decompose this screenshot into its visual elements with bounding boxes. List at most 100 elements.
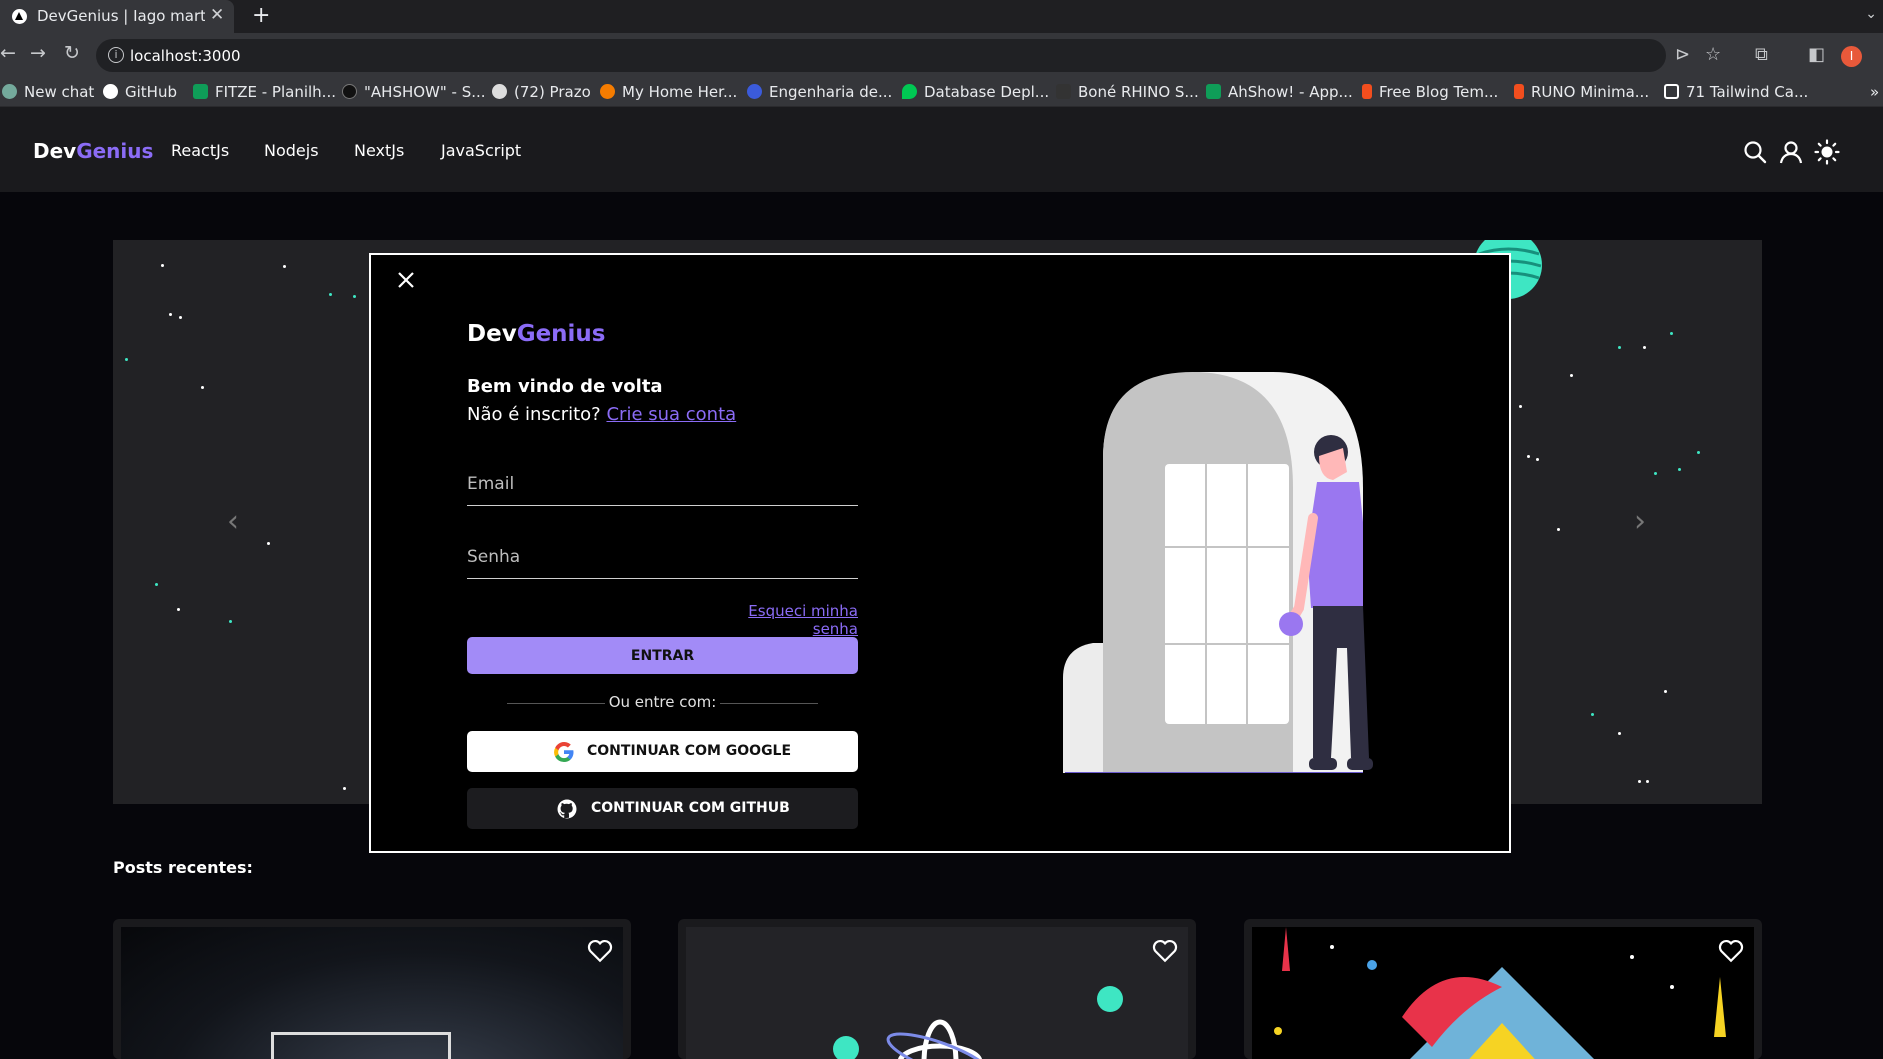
browser-tab[interactable]: DevGenius | Iago martins ✕ — [0, 0, 234, 33]
bookmark-item[interactable]: RUNO Minima... — [1514, 83, 1649, 101]
heart-icon[interactable] — [587, 939, 613, 963]
star-decoration — [1519, 405, 1522, 408]
nav-link-nodejs[interactable]: Nodejs — [264, 141, 319, 160]
send-icon[interactable]: ⊳ — [1675, 44, 1690, 65]
modal-logo: DevGenius — [467, 321, 606, 347]
nav-link-javascript[interactable]: JavaScript — [441, 141, 521, 160]
bookmark-favicon-icon — [902, 84, 917, 99]
post-card[interactable] — [678, 919, 1196, 1059]
star-decoration — [329, 293, 332, 296]
star-decoration — [1664, 690, 1667, 693]
or-enter-with-label: Ou entre com: — [608, 693, 717, 711]
star-decoration — [1618, 346, 1621, 349]
site-logo[interactable]: DevGenius — [33, 139, 153, 163]
forward-arrow-icon[interactable]: → — [30, 42, 46, 64]
bookmark-item[interactable]: Free Blog Tem... — [1362, 83, 1498, 101]
extensions-icon[interactable]: ⧉ — [1755, 44, 1768, 65]
reload-icon[interactable]: ↻ — [64, 42, 80, 64]
profile-avatar[interactable]: I — [1841, 46, 1862, 67]
bookmark-favicon-icon — [342, 84, 357, 99]
or-divider: Ou entre com: — [507, 693, 818, 713]
signup-prompt: Não é inscrito? Crie sua conta — [467, 404, 737, 425]
bookmarks-overflow-icon[interactable]: » — [1870, 83, 1879, 101]
site-info-icon[interactable]: i — [108, 47, 124, 63]
github-icon — [557, 799, 577, 819]
user-icon[interactable] — [1778, 139, 1804, 165]
post-card[interactable] — [113, 919, 631, 1059]
javascript-art-graphic — [1274, 927, 1726, 1059]
star-decoration — [1646, 780, 1649, 783]
star-decoration — [1678, 468, 1681, 471]
tab-close-icon[interactable]: ✕ — [210, 5, 224, 25]
github-favicon-icon — [103, 84, 118, 99]
bookmark-star-icon[interactable]: ☆ — [1705, 44, 1721, 65]
bookmark-item[interactable]: Boné RHINO S... — [1056, 83, 1199, 101]
bookmark-item[interactable]: Database Depl... — [902, 83, 1049, 101]
tab-title: DevGenius | Iago martins — [37, 7, 205, 25]
heart-icon[interactable] — [1718, 939, 1744, 963]
bookmark-item[interactable]: New chat — [2, 83, 94, 101]
carousel-next-icon[interactable]: › — [1634, 504, 1646, 539]
site-header: DevGenius ReactJs Nodejs NextJs JavaScri… — [0, 107, 1883, 192]
bookmark-item[interactable]: (72) Prazo — [492, 83, 591, 101]
bookmark-item[interactable]: 71 Tailwind Ca... — [1664, 83, 1808, 101]
close-icon[interactable] — [395, 269, 417, 291]
search-icon[interactable] — [1742, 139, 1768, 165]
figma-favicon-icon — [1362, 84, 1372, 99]
welcome-heading: Bem vindo de volta — [467, 376, 663, 397]
address-toolbar: ← → ↻ i localhost:3000 ⊳ ☆ ⧉ ◧ I — [0, 33, 1883, 78]
star-decoration — [201, 386, 204, 389]
url-text[interactable]: localhost:3000 — [130, 47, 241, 65]
bookmark-favicon-icon — [1664, 84, 1679, 99]
star-decoration — [169, 313, 172, 316]
next-logo-graphic — [271, 1032, 451, 1059]
carousel-prev-icon[interactable]: ‹ — [227, 504, 239, 539]
bookmark-item[interactable]: Engenharia de... — [747, 83, 892, 101]
nav-link-nextjs[interactable]: NextJs — [354, 141, 404, 160]
bookmark-item[interactable]: GitHub — [103, 83, 177, 101]
bookmark-item[interactable]: AhShow! - App... — [1206, 83, 1353, 101]
bookmark-favicon-icon — [492, 84, 507, 99]
bookmarks-bar: New chat GitHub FITZE - Planilh... "AHSH… — [0, 78, 1883, 107]
heart-icon[interactable] — [1152, 939, 1178, 963]
login-modal: DevGenius Bem vindo de volta Não é inscr… — [369, 253, 1511, 853]
star-decoration — [1638, 780, 1641, 783]
password-field[interactable] — [467, 535, 858, 579]
star-decoration — [1527, 455, 1530, 458]
figma-favicon-icon — [1514, 84, 1524, 99]
new-tab-icon[interactable]: + — [252, 3, 270, 28]
bookmark-item[interactable]: My Home Her... — [600, 83, 737, 101]
star-decoration — [1654, 472, 1657, 475]
bookmark-item[interactable]: FITZE - Planilh... — [193, 83, 336, 101]
star-decoration — [267, 542, 270, 545]
post-cover-image — [1252, 927, 1754, 1059]
github-login-button[interactable]: CONTINUAR COM GITHUB — [467, 788, 858, 829]
star-decoration — [1557, 528, 1560, 531]
star-decoration — [1670, 332, 1673, 335]
nav-link-reactjs[interactable]: ReactJs — [171, 141, 229, 160]
tab-search-chevron-icon[interactable]: ⌄ — [1865, 6, 1877, 22]
back-arrow-icon[interactable]: ← — [0, 42, 16, 64]
post-card[interactable] — [1244, 919, 1762, 1059]
sheets-favicon-icon — [1206, 84, 1221, 99]
sun-theme-icon[interactable] — [1814, 139, 1840, 165]
bookmark-favicon-icon — [747, 84, 762, 99]
google-icon — [554, 741, 574, 763]
bookmark-favicon-icon — [2, 84, 17, 99]
email-field[interactable] — [467, 462, 858, 506]
star-decoration — [125, 358, 128, 361]
browser-tab-bar: DevGenius | Iago martins ✕ + ⌄ — [0, 0, 1883, 33]
create-account-link[interactable]: Crie sua conta — [606, 404, 736, 425]
side-panel-icon[interactable]: ◧ — [1808, 44, 1825, 65]
google-login-button[interactable]: CONTINUAR COM GOOGLE — [467, 731, 858, 772]
github-button-label: CONTINUAR COM GITHUB — [591, 800, 790, 816]
star-decoration — [1618, 732, 1621, 735]
star-decoration — [229, 620, 232, 623]
enter-button[interactable]: ENTRAR — [467, 637, 858, 674]
recent-posts-heading: Posts recentes: — [113, 858, 253, 877]
star-decoration — [179, 316, 182, 319]
forgot-password-link[interactable]: Esqueci minha senha — [708, 602, 858, 638]
bookmark-item[interactable]: "AHSHOW" - S... — [342, 83, 486, 101]
sheets-favicon-icon — [193, 84, 208, 99]
address-bar[interactable]: i localhost:3000 — [96, 39, 1666, 72]
